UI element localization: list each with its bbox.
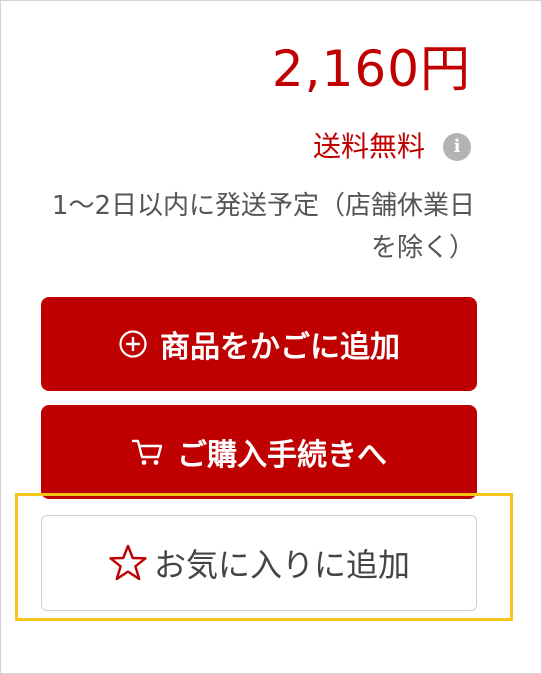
add-to-cart-label: 商品をかごに追加 bbox=[160, 330, 400, 365]
add-to-favorites-button[interactable]: お気に入りに追加 bbox=[41, 515, 477, 611]
cart-icon bbox=[131, 437, 165, 467]
checkout-label: ご購入手続きへ bbox=[177, 438, 387, 473]
shipping-row: 送料無料 i bbox=[313, 127, 471, 167]
price: 2,160円 bbox=[271, 40, 471, 98]
add-to-cart-button[interactable]: 商品をかごに追加 bbox=[41, 297, 477, 391]
free-shipping-label: 送料無料 bbox=[312, 130, 425, 163]
checkout-button[interactable]: ご購入手続きへ bbox=[41, 405, 477, 499]
add-to-favorites-label: お気に入りに追加 bbox=[153, 546, 410, 584]
star-icon bbox=[108, 543, 148, 583]
plus-circle-icon bbox=[118, 329, 148, 359]
info-icon[interactable]: i bbox=[443, 133, 471, 161]
delivery-estimate: 1～2日以内に発送予定（店舗休業日を除く） bbox=[51, 191, 475, 263]
purchase-panel: 2,160円 送料無料 i 1～2日以内に発送予定（店舗休業日を除く） 商品をか… bbox=[0, 0, 542, 674]
